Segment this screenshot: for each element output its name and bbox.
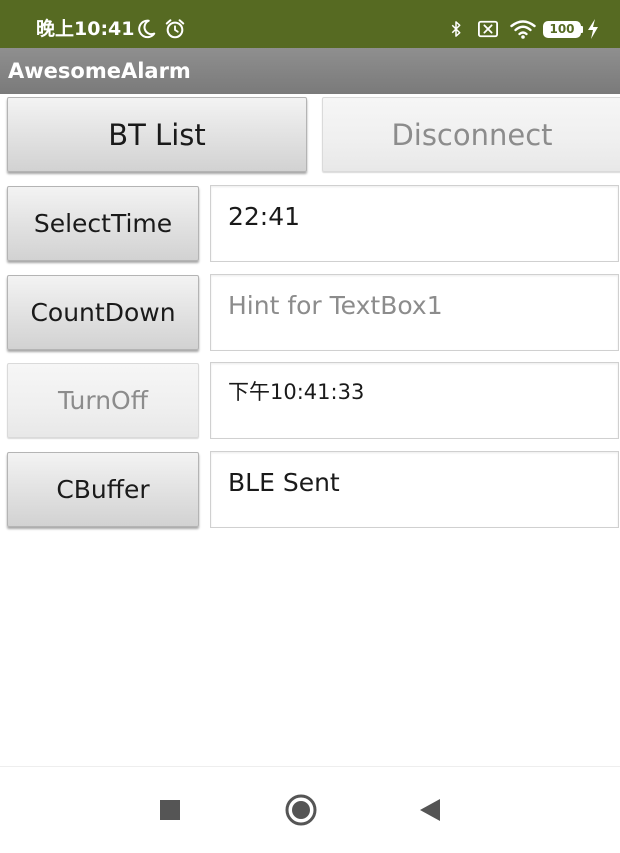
select-time-button[interactable]: SelectTime xyxy=(7,186,199,261)
clock-value-text: 下午10:41:33 xyxy=(228,380,365,404)
turn-off-button[interactable]: TurnOff xyxy=(7,363,199,438)
textbox1-input[interactable]: Hint for TextBox1 xyxy=(210,274,619,351)
charging-icon xyxy=(585,17,601,41)
status-bar: 晚上10:41 100 xyxy=(0,0,620,48)
time-value-field[interactable]: 22:41 xyxy=(210,185,619,262)
home-icon[interactable] xyxy=(281,790,321,830)
app-title-bar: AwesomeAlarm xyxy=(0,48,620,94)
back-icon[interactable] xyxy=(410,790,450,830)
ble-status-text: BLE Sent xyxy=(228,468,340,497)
alarm-clock-icon xyxy=(163,17,187,41)
battery-indicator: 100 xyxy=(543,21,581,38)
recent-apps-icon[interactable] xyxy=(150,790,190,830)
battery-tip xyxy=(581,26,583,33)
moon-icon xyxy=(134,17,158,41)
bt-list-button[interactable]: BT List xyxy=(7,97,307,172)
status-time: 晚上10:41 xyxy=(36,18,135,40)
sim-off-icon xyxy=(476,17,500,41)
bluetooth-icon xyxy=(444,17,468,41)
wifi-icon xyxy=(509,17,537,41)
textbox1-placeholder: Hint for TextBox1 xyxy=(228,291,443,320)
app-title: AwesomeAlarm xyxy=(8,59,191,83)
cbuffer-button[interactable]: CBuffer xyxy=(7,452,199,527)
disconnect-button[interactable]: Disconnect xyxy=(322,97,620,172)
count-down-button[interactable]: CountDown xyxy=(7,275,199,350)
clock-value-field[interactable]: 下午10:41:33 xyxy=(210,362,619,439)
ble-status-field[interactable]: BLE Sent xyxy=(210,451,619,528)
navigation-bar xyxy=(0,766,620,853)
time-value-text: 22:41 xyxy=(228,202,301,231)
